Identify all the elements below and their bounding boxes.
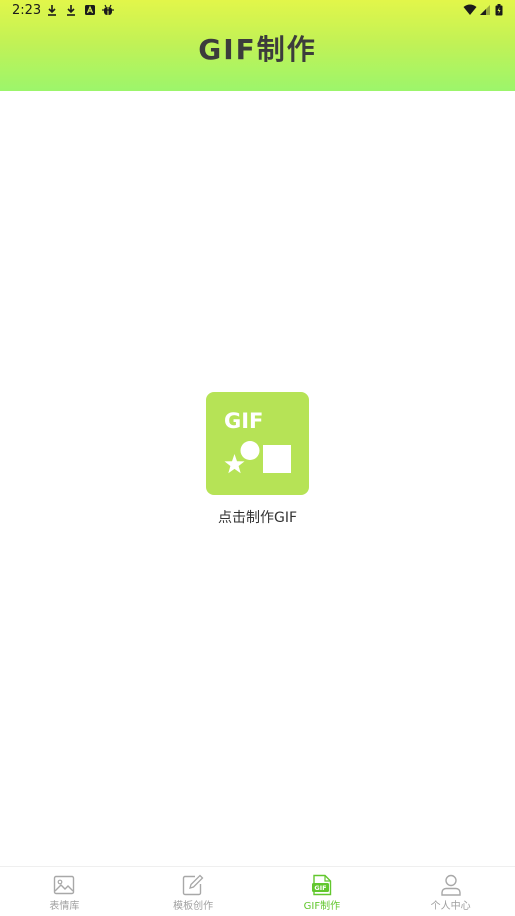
status-bar: 2:23 [0, 0, 515, 22]
circle-shape [240, 441, 260, 460]
nav-item-emoji-library[interactable]: 表情库 [0, 867, 129, 916]
page-title: GIF制作 [198, 33, 317, 66]
app-header: 2:23 GIF制作 [0, 0, 515, 91]
nav-item-gif-make[interactable]: GIF GIF制作 [258, 867, 387, 916]
gif-file-icon: GIF [311, 874, 333, 896]
bottom-nav: 表情库 模板创作 GIF GIF制作 个人中心 [0, 866, 515, 916]
svg-text:GIF: GIF [314, 884, 326, 892]
download-icon [46, 4, 58, 16]
nav-item-profile[interactable]: 个人中心 [386, 867, 515, 916]
image-icon [53, 874, 75, 896]
bug-icon [101, 4, 115, 16]
edit-icon [182, 874, 204, 896]
battery-icon [495, 4, 503, 16]
nav-item-template-create[interactable]: 模板创作 [129, 867, 258, 916]
create-gif-label[interactable]: 点击制作GIF [160, 507, 355, 527]
square-shape [263, 445, 291, 473]
a-notification-icon [84, 4, 96, 16]
status-time: 2:23 [12, 3, 42, 18]
nav-label: GIF制作 [303, 901, 341, 912]
gif-text: GIF [224, 409, 263, 433]
nav-label: 个人中心 [430, 901, 471, 912]
nav-label: 表情库 [49, 901, 80, 912]
download-icon [65, 4, 77, 16]
create-gif-button[interactable]: GIF [206, 392, 309, 495]
person-icon [440, 874, 462, 896]
nav-label: 模板创作 [173, 901, 214, 912]
wifi-icon [463, 4, 477, 16]
star-icon [224, 454, 245, 474]
signal-icon [479, 4, 491, 16]
